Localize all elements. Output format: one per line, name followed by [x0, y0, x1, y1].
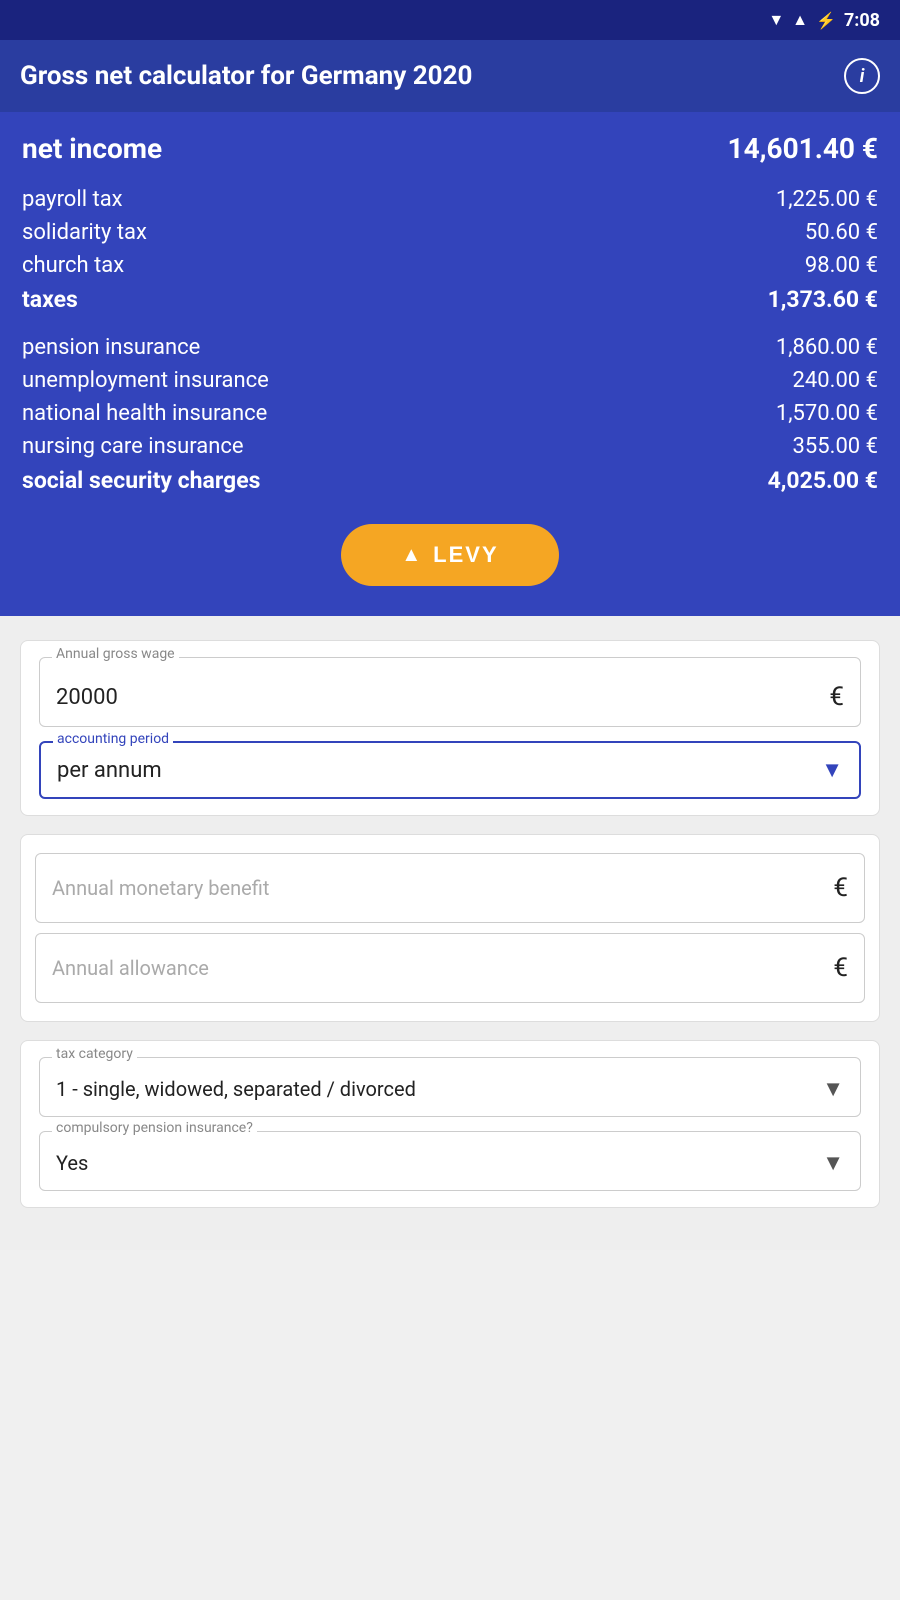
- church-tax-label: church tax: [22, 253, 124, 278]
- annual-allowance-placeholder: Annual allowance: [52, 956, 209, 980]
- detail-row-nursing-care-insurance: nursing care insurance 355.00 €: [22, 434, 878, 459]
- annual-gross-wage-float-label: Annual gross wage: [52, 646, 179, 662]
- status-bar: ▼ ▲ ⚡ 7:08: [0, 0, 900, 40]
- status-icons: ▼ ▲ ⚡ 7:08: [768, 10, 880, 31]
- gross-wage-euro-icon: €: [829, 682, 844, 712]
- annual-monetary-benefit-placeholder: Annual monetary benefit: [52, 876, 269, 900]
- info-button[interactable]: i: [844, 58, 880, 94]
- tax-category-select[interactable]: 1 - single, widowed, separated / divorce…: [56, 1076, 844, 1102]
- accounting-period-value: per annum: [57, 758, 162, 783]
- detail-row-pension-insurance: pension insurance 1,860.00 €: [22, 335, 878, 360]
- unemployment-insurance-label: unemployment insurance: [22, 368, 269, 393]
- detail-row-social-security-charges: social security charges 4,025.00 €: [22, 467, 878, 494]
- tax-category-float-label: tax category: [52, 1046, 137, 1062]
- compulsory-pension-wrapper: compulsory pension insurance? Yes ▼: [39, 1131, 861, 1191]
- results-section: net income 14,601.40 € payroll tax 1,225…: [0, 112, 900, 616]
- tax-category-dropdown-icon: ▼: [822, 1076, 844, 1102]
- tax-card: tax category 1 - single, widowed, separa…: [20, 1040, 880, 1208]
- national-health-insurance-value: 1,570.00 €: [776, 401, 878, 426]
- tax-category-wrapper: tax category 1 - single, widowed, separa…: [39, 1057, 861, 1117]
- net-income-row: net income 14,601.40 €: [22, 132, 878, 165]
- levy-button[interactable]: ▲ LEVY: [341, 524, 558, 586]
- taxes-value: 1,373.60 €: [768, 286, 878, 313]
- signal-icon: ▲: [792, 10, 808, 30]
- status-time: 7:08: [844, 10, 880, 31]
- social-security-charges-value: 4,025.00 €: [768, 467, 878, 494]
- unemployment-insurance-value: 240.00 €: [793, 368, 878, 393]
- annual-gross-wage-group: Annual gross wage 20000 €: [39, 657, 861, 727]
- annual-gross-wage-value[interactable]: 20000: [56, 685, 118, 710]
- form-section: Annual gross wage 20000 € accounting per…: [0, 616, 900, 1250]
- payroll-tax-label: payroll tax: [22, 187, 123, 212]
- allowance-euro-icon: €: [833, 953, 848, 983]
- accounting-period-wrapper: accounting period per annum ▼: [39, 741, 861, 799]
- pension-insurance-value: 1,860.00 €: [776, 335, 878, 360]
- compulsory-pension-dropdown-icon: ▼: [822, 1150, 844, 1176]
- national-health-insurance-label: national health insurance: [22, 401, 267, 426]
- compulsory-pension-value: Yes: [56, 1151, 88, 1175]
- tax-category-value: 1 - single, widowed, separated / divorce…: [56, 1077, 416, 1101]
- taxes-label: taxes: [22, 286, 78, 313]
- nursing-care-insurance-value: 355.00 €: [793, 434, 878, 459]
- battery-icon: ⚡: [816, 11, 836, 30]
- app-header: Gross net calculator for Germany 2020 i: [0, 40, 900, 112]
- accounting-period-select[interactable]: per annum ▼: [57, 757, 843, 783]
- detail-row-payroll-tax: payroll tax 1,225.00 €: [22, 187, 878, 212]
- net-income-label: net income: [22, 132, 162, 165]
- levy-label: LEVY: [433, 542, 498, 568]
- solidarity-tax-label: solidarity tax: [22, 220, 147, 245]
- annual-allowance-field[interactable]: Annual allowance €: [35, 933, 865, 1003]
- nursing-care-insurance-label: nursing care insurance: [22, 434, 244, 459]
- monetary-allowance-card: Annual monetary benefit € Annual allowan…: [20, 834, 880, 1022]
- app-title: Gross net calculator for Germany 2020: [20, 61, 472, 91]
- solidarity-tax-value: 50.60 €: [805, 220, 878, 245]
- monetary-benefit-euro-icon: €: [833, 873, 848, 903]
- accounting-period-float-label: accounting period: [53, 731, 173, 747]
- social-security-charges-label: social security charges: [22, 467, 260, 494]
- accounting-period-dropdown-icon: ▼: [821, 757, 843, 783]
- annual-monetary-benefit-field[interactable]: Annual monetary benefit €: [35, 853, 865, 923]
- wifi-icon: ▼: [768, 10, 784, 30]
- detail-row-national-health-insurance: national health insurance 1,570.00 €: [22, 401, 878, 426]
- detail-row-taxes: taxes 1,373.60 €: [22, 286, 878, 313]
- detail-row-solidarity-tax: solidarity tax 50.60 €: [22, 220, 878, 245]
- church-tax-value: 98.00 €: [805, 253, 878, 278]
- payroll-tax-value: 1,225.00 €: [776, 187, 878, 212]
- detail-row-unemployment-insurance: unemployment insurance 240.00 €: [22, 368, 878, 393]
- gross-wage-card: Annual gross wage 20000 € accounting per…: [20, 640, 880, 816]
- net-income-value: 14,601.40 €: [728, 132, 879, 165]
- levy-arrow-icon: ▲: [401, 544, 421, 567]
- pension-insurance-label: pension insurance: [22, 335, 200, 360]
- detail-row-church-tax: church tax 98.00 €: [22, 253, 878, 278]
- levy-container: ▲ LEVY: [22, 524, 878, 586]
- compulsory-pension-float-label: compulsory pension insurance?: [52, 1120, 257, 1136]
- compulsory-pension-select[interactable]: Yes ▼: [56, 1150, 844, 1176]
